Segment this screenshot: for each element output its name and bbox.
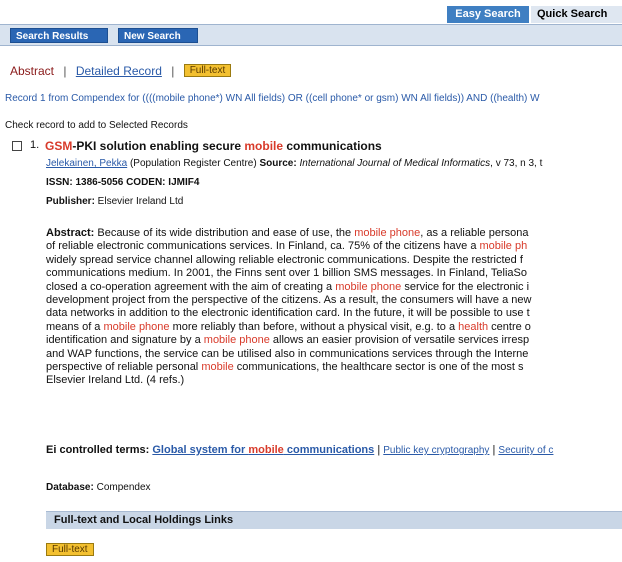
holdings-fulltext-container: Full-text bbox=[46, 543, 94, 556]
coden-value: IJMIF4 bbox=[165, 177, 200, 188]
fulltext-button[interactable]: Full-text bbox=[183, 64, 232, 78]
tab-detailed-record[interactable]: Detailed Record bbox=[76, 64, 162, 78]
database-info: Database: Compendex bbox=[46, 482, 151, 493]
abstract-line: identification and signature by a mobile… bbox=[46, 334, 530, 347]
issn-label: ISSN: bbox=[46, 177, 73, 188]
abstract-line: and WAP functions, the service can be ut… bbox=[46, 347, 529, 360]
publisher: Publisher: Elsevier Ireland Ltd bbox=[46, 196, 183, 207]
abstract-line: widely spread service channel allowing r… bbox=[46, 253, 523, 266]
new-search-button[interactable]: New Search bbox=[118, 28, 198, 43]
title-highlight: mobile bbox=[244, 139, 284, 153]
publisher-label: Publisher: bbox=[46, 196, 95, 207]
top-tab-bar: Easy Search Quick Search bbox=[0, 0, 622, 26]
title-text: -PKI solution enabling secure bbox=[72, 139, 245, 153]
search-results-button[interactable]: Search Results bbox=[10, 28, 108, 43]
source-label: Source: bbox=[259, 158, 297, 169]
title-highlight: GSM bbox=[45, 139, 73, 153]
source-journal: International Journal of Medical Informa… bbox=[296, 158, 491, 169]
abstract-line: perspective of reliable personal mobile … bbox=[46, 361, 524, 374]
search-query-summary[interactable]: Record 1 from Compendex for ((((mobile p… bbox=[5, 93, 622, 104]
ei-term-link[interactable]: Security of c bbox=[498, 445, 553, 456]
coden-label: CODEN: bbox=[126, 177, 166, 188]
abstract-line: data networks in addition to the electro… bbox=[46, 307, 530, 320]
record-number: 1. bbox=[30, 139, 40, 151]
ei-separator: | bbox=[374, 444, 384, 456]
holdings-section-header: Full-text and Local Holdings Links bbox=[46, 511, 622, 529]
nav-bar: Search Results New Search bbox=[0, 24, 622, 46]
tab-quick-search[interactable]: Quick Search bbox=[531, 6, 622, 23]
tab-abstract[interactable]: Abstract bbox=[10, 64, 54, 78]
abstract-line: of reliable electronic communications se… bbox=[46, 240, 528, 253]
abstract-line: communications medium. In 2001, the Finn… bbox=[46, 267, 527, 280]
author-link[interactable]: Jelekainen, Pekka bbox=[46, 158, 127, 169]
abstract-line: development project from the perspective… bbox=[46, 294, 532, 307]
health-highlight: health bbox=[458, 320, 489, 333]
tab-separator: | bbox=[63, 63, 67, 78]
publisher-value: Elsevier Ireland Ltd bbox=[94, 196, 184, 207]
selection-instructions: Check record to add to Selected Records bbox=[5, 120, 188, 131]
ei-term-link[interactable]: Global system for mobile communications bbox=[152, 444, 374, 456]
title-text: communications bbox=[283, 139, 382, 153]
abstract-text: Abstract: Because of its wide distributi… bbox=[46, 227, 622, 422]
abstract-line: Abstract: Because of its wide distributi… bbox=[46, 227, 529, 239]
record-checkbox[interactable] bbox=[12, 141, 22, 151]
record-view-tabs: Abstract | Detailed Record | Full-text bbox=[10, 62, 232, 78]
ei-controlled-terms: Ei controlled terms: Global system for m… bbox=[46, 444, 622, 456]
ei-label: Ei controlled terms: bbox=[46, 444, 150, 456]
author-affiliation: (Population Register Centre) bbox=[127, 158, 260, 169]
record-authors-source: Jelekainen, Pekka (Population Register C… bbox=[46, 158, 622, 169]
issn-value: 1386-5056 bbox=[72, 177, 127, 188]
abstract-line: means of a mobile phone more reliably th… bbox=[46, 320, 531, 333]
ei-term-link[interactable]: Public key cryptography bbox=[383, 445, 489, 456]
tab-separator: | bbox=[171, 63, 175, 78]
abstract-line: closed a co-operation agreement with the… bbox=[46, 280, 530, 293]
abstract-line: Elsevier Ireland Ltd. (4 refs.) bbox=[46, 374, 185, 387]
database-value: Compendex bbox=[93, 482, 151, 493]
abstract-label: Abstract: bbox=[46, 227, 95, 239]
tab-easy-search[interactable]: Easy Search bbox=[447, 6, 529, 23]
issn-coden: ISSN: 1386-5056 CODEN: IJMIF4 bbox=[46, 177, 199, 188]
holdings-fulltext-button[interactable]: Full-text bbox=[46, 543, 94, 556]
database-label: Database: bbox=[46, 482, 94, 493]
source-details: , v 73, n 3, t bbox=[490, 158, 543, 169]
record-title: GSM-PKI solution enabling secure mobile … bbox=[45, 139, 382, 153]
